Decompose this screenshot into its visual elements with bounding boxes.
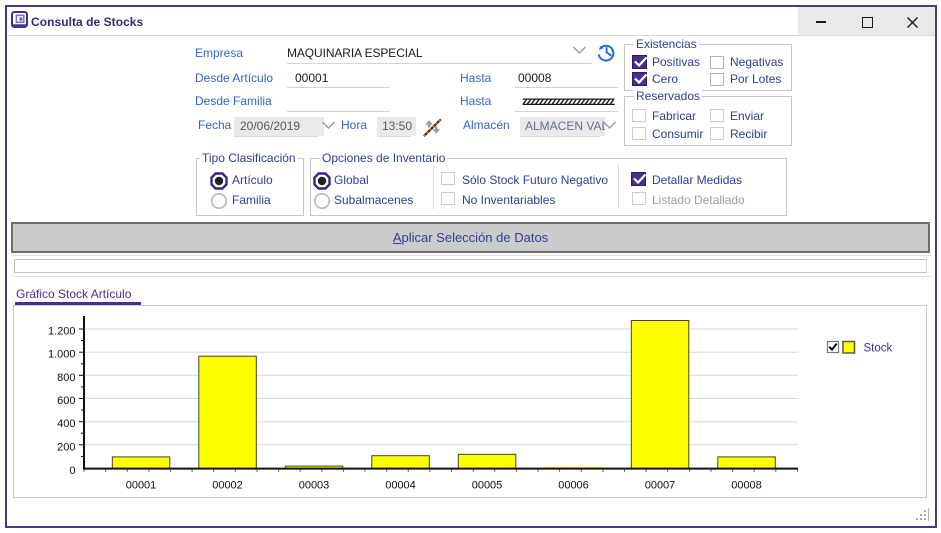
svg-text:1.000: 1.000 — [48, 349, 76, 361]
svg-text:00008: 00008 — [731, 480, 762, 492]
svg-text:600: 600 — [57, 395, 75, 407]
svg-text:Stock: Stock — [864, 343, 893, 355]
svg-text:00005: 00005 — [472, 480, 503, 492]
svg-text:00006: 00006 — [558, 480, 589, 492]
svg-text:00001: 00001 — [126, 480, 157, 492]
svg-text:0: 0 — [69, 465, 75, 477]
svg-text:00004: 00004 — [385, 480, 416, 492]
svg-text:00002: 00002 — [212, 480, 243, 492]
svg-text:1.200: 1.200 — [48, 326, 76, 338]
svg-text:800: 800 — [57, 372, 75, 384]
svg-text:00003: 00003 — [299, 480, 330, 492]
svg-text:400: 400 — [57, 418, 75, 430]
svg-text:00007: 00007 — [645, 480, 676, 492]
svg-text:200: 200 — [57, 441, 75, 453]
